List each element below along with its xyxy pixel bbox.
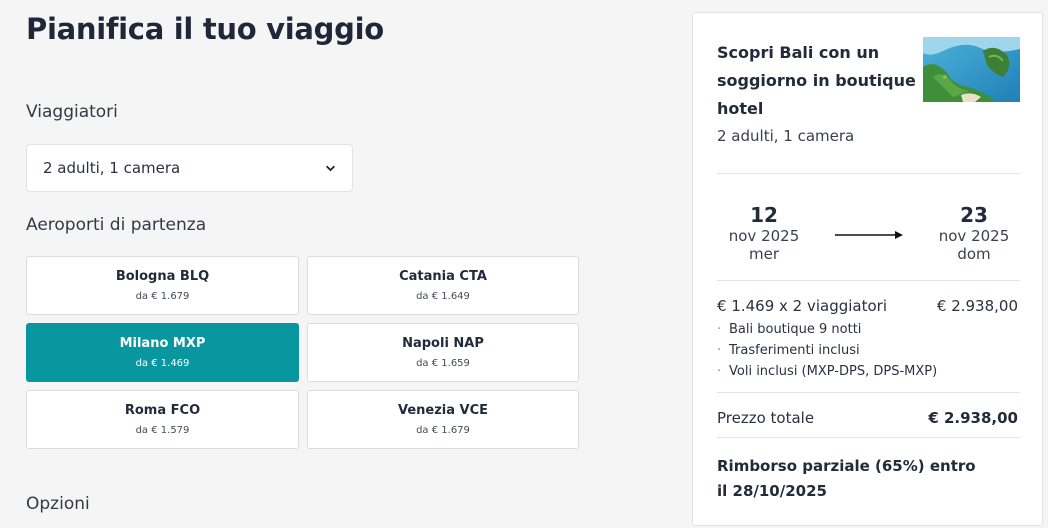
airport-price: da € 1.649 [416, 291, 470, 302]
airport-option-bologna[interactable]: Bologna BLQ da € 1.679 [26, 256, 299, 315]
departure-airports-label: Aeroporti di partenza [26, 215, 207, 235]
airport-price: da € 1.659 [416, 358, 470, 369]
booking-summary-card: Scopri Bali con un soggiorno in boutique… [692, 12, 1043, 526]
checkin-day: 12 [750, 203, 778, 227]
checkin-month: nov 2025 [728, 227, 800, 245]
airport-price: da € 1.579 [135, 425, 190, 436]
airport-option-napoli[interactable]: Napoli NAP da € 1.659 [307, 323, 579, 382]
offer-image[interactable] [923, 37, 1020, 102]
list-item: · Bali boutique 9 notti [717, 322, 862, 337]
divider [717, 173, 1020, 174]
page-title: Pianifica il tuo viaggio [26, 12, 384, 46]
airport-price: da € 1.679 [416, 425, 470, 436]
checkout-month: nov 2025 [938, 227, 1010, 245]
divider [717, 392, 1020, 393]
airport-price: da € 1.679 [135, 291, 190, 302]
airport-name: Napoli NAP [402, 336, 484, 351]
offer-travellers: 2 adulti, 1 camera [717, 127, 855, 145]
arrow-right-icon [835, 231, 903, 239]
travellers-dropdown[interactable]: 2 adulti, 1 camera [26, 144, 353, 192]
airport-option-catania[interactable]: Catania CTA da € 1.649 [307, 256, 579, 315]
offer-title: Scopri Bali con un soggiorno in boutique… [717, 43, 916, 118]
list-item: · Trasferimenti inclusi [717, 343, 860, 358]
refund-policy: Rimborso parziale (65%) entro il 28/10/2… [717, 457, 976, 500]
total-label: Prezzo totale [717, 409, 815, 427]
checkout-day: 23 [960, 203, 988, 227]
checkout-weekday: dom [957, 245, 991, 263]
airport-option-milano[interactable]: Milano MXP da € 1.469 [26, 323, 299, 382]
travellers-label: Viaggiatori [26, 102, 118, 122]
airport-name: Milano MXP [119, 336, 206, 351]
airport-name: Roma FCO [124, 403, 201, 418]
airport-option-roma[interactable]: Roma FCO da € 1.579 [26, 390, 299, 449]
checkout-date: 23 nov 2025 dom [934, 203, 1014, 263]
inclusions-list: · Bali boutique 9 notti · Trasferimenti in… [717, 319, 937, 382]
price-subtotal: € 2.938,00 [936, 297, 1018, 315]
travellers-value: 2 adulti, 1 camera [43, 159, 181, 177]
list-item: · Voli inclusi (MXP-DPS, DPS-MXP) [717, 364, 938, 379]
price-per-traveller: € 1.469 x 2 viaggiatori [717, 297, 888, 315]
checkin-date: 12 nov 2025 mer [724, 203, 804, 263]
airport-name: Bologna BLQ [115, 269, 210, 284]
airport-name: Venezia VCE [397, 403, 489, 418]
airport-option-venezia[interactable]: Venezia VCE da € 1.679 [307, 390, 579, 449]
options-label: Opzioni [26, 494, 90, 514]
total-price: € 2.938,00 [928, 409, 1018, 427]
divider [717, 280, 1020, 281]
divider [717, 437, 1020, 438]
checkin-weekday: mer [748, 245, 779, 263]
airport-grid: Bologna BLQ da € 1.679 Catania CTA da € … [26, 256, 579, 449]
chevron-down-icon [326, 165, 335, 171]
airport-price: da € 1.469 [135, 358, 190, 369]
airport-name: Catania CTA [399, 269, 487, 284]
